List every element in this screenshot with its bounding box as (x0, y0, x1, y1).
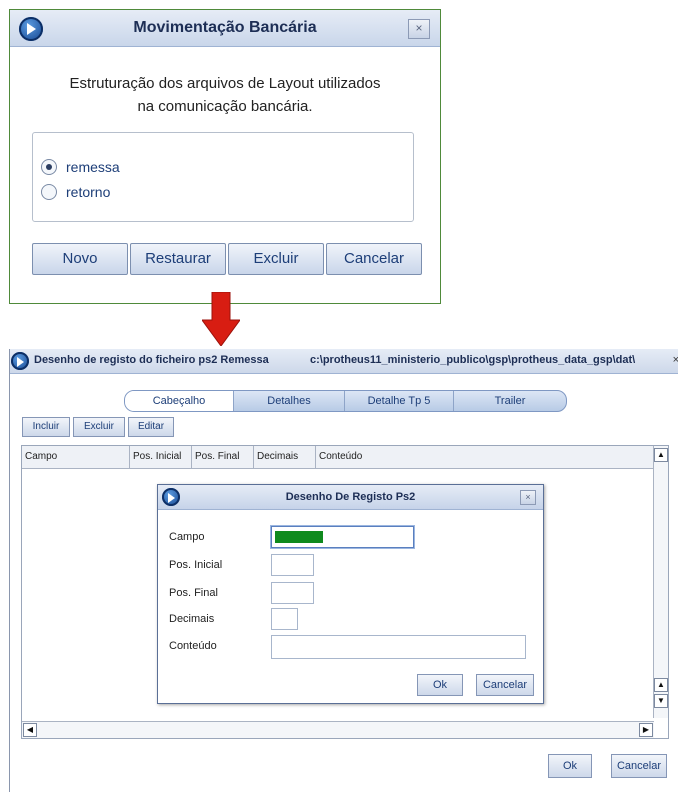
ok-button[interactable]: Ok (548, 754, 592, 778)
pos-final-label: Pos. Final (169, 587, 218, 599)
conteudo-label: Conteúdo (169, 640, 217, 652)
scroll-up-icon[interactable]: ▲ (654, 448, 668, 462)
editar-button[interactable]: Editar (128, 417, 174, 437)
radio-remessa-label: remessa (66, 159, 120, 175)
radio-remessa[interactable]: remessa (41, 159, 120, 175)
close-icon[interactable]: × (408, 19, 430, 39)
column-header-pos-final[interactable]: Pos. Final (192, 446, 254, 468)
decimais-field[interactable] (271, 608, 298, 630)
down-arrow-icon (202, 292, 240, 346)
vertical-scrollbar[interactable]: ▲ ▲ ▼ (653, 446, 668, 718)
grid-toolbar: Incluir Excluir Editar (22, 417, 177, 437)
column-header-decimais[interactable]: Decimais (254, 446, 316, 468)
app-logo-icon (11, 352, 29, 370)
column-header-campo[interactable]: Campo (22, 446, 130, 468)
tab-cabecalho[interactable]: Cabeçalho (125, 391, 234, 411)
scroll-right-icon[interactable]: ▶ (639, 723, 653, 737)
desenho-registo-modal: Desenho De Registo Ps2 × Campo Pos. Inic… (157, 484, 544, 704)
restaurar-button[interactable]: Restaurar (130, 243, 226, 275)
radio-selected-icon[interactable] (41, 159, 57, 175)
radio-retorno[interactable]: retorno (41, 184, 110, 200)
modal-title: Desenho De Registo Ps2 (285, 491, 416, 503)
cancelar-button[interactable]: Cancelar (326, 243, 422, 275)
window-title: Desenho de registo do ficheiro ps2 Remes… (34, 354, 269, 366)
scroll-up-icon[interactable]: ▲ (654, 678, 668, 692)
pos-final-field[interactable] (271, 582, 314, 604)
description-line-1: Estruturação dos arquivos de Layout util… (69, 75, 381, 92)
tab-trailer[interactable]: Trailer (454, 391, 566, 411)
tab-detalhe-tp5[interactable]: Detalhe Tp 5 (345, 391, 454, 411)
cancelar-button[interactable]: Cancelar (476, 674, 534, 696)
file-type-radio-group: remessa retorno (32, 132, 414, 222)
close-icon[interactable]: × (520, 490, 536, 505)
pos-inicial-field[interactable] (271, 554, 314, 576)
decimais-label: Decimais (169, 613, 215, 625)
modal-titlebar: Desenho De Registo Ps2 × (158, 485, 543, 510)
column-header-pos-inicial[interactable]: Pos. Inicial (130, 446, 192, 468)
dialog-description: Estruturação dos arquivos de Layout util… (10, 72, 440, 118)
radio-unselected-icon[interactable] (41, 184, 57, 200)
window-titlebar: Desenho de registo do ficheiro ps2 Remes… (10, 349, 678, 374)
scroll-left-icon[interactable]: ◀ (23, 723, 37, 737)
cancelar-button[interactable]: Cancelar (611, 754, 667, 778)
campo-label: Campo (169, 531, 205, 543)
novo-button[interactable]: Novo (32, 243, 128, 275)
dialog-title: Movimentação Bancária (133, 19, 317, 36)
dialog-button-row: Novo Restaurar Excluir Cancelar (32, 243, 424, 275)
radio-retorno-label: retorno (66, 184, 111, 200)
tab-detalhes[interactable]: Detalhes (234, 391, 345, 411)
close-icon[interactable]: × (673, 354, 678, 366)
ok-button[interactable]: Ok (417, 674, 463, 696)
horizontal-scrollbar[interactable]: ◀ ▶ (22, 721, 654, 738)
description-line-2: na comunicação bancária. (137, 98, 313, 115)
campo-field-selection (275, 531, 323, 543)
excluir-button[interactable]: Excluir (73, 417, 125, 437)
excluir-button[interactable]: Excluir (228, 243, 324, 275)
dialog-titlebar: Movimentação Bancária × (10, 10, 440, 47)
scroll-down-icon[interactable]: ▼ (654, 694, 668, 708)
window-path: c:\protheus11_ministerio_publico\gsp\pro… (310, 354, 636, 366)
campo-field[interactable] (271, 526, 414, 548)
grid-header: Campo Pos. Inicial Pos. Final Decimais C… (22, 446, 654, 469)
layout-tabs: Cabeçalho Detalhes Detalhe Tp 5 Trailer (124, 390, 567, 412)
incluir-button[interactable]: Incluir (22, 417, 70, 437)
column-header-conteudo[interactable]: Conteúdo (316, 446, 654, 468)
movimentacao-bancaria-dialog: Movimentação Bancária × Estruturação dos… (9, 9, 441, 304)
pos-inicial-label: Pos. Inicial (169, 559, 223, 571)
conteudo-field[interactable] (271, 635, 526, 659)
